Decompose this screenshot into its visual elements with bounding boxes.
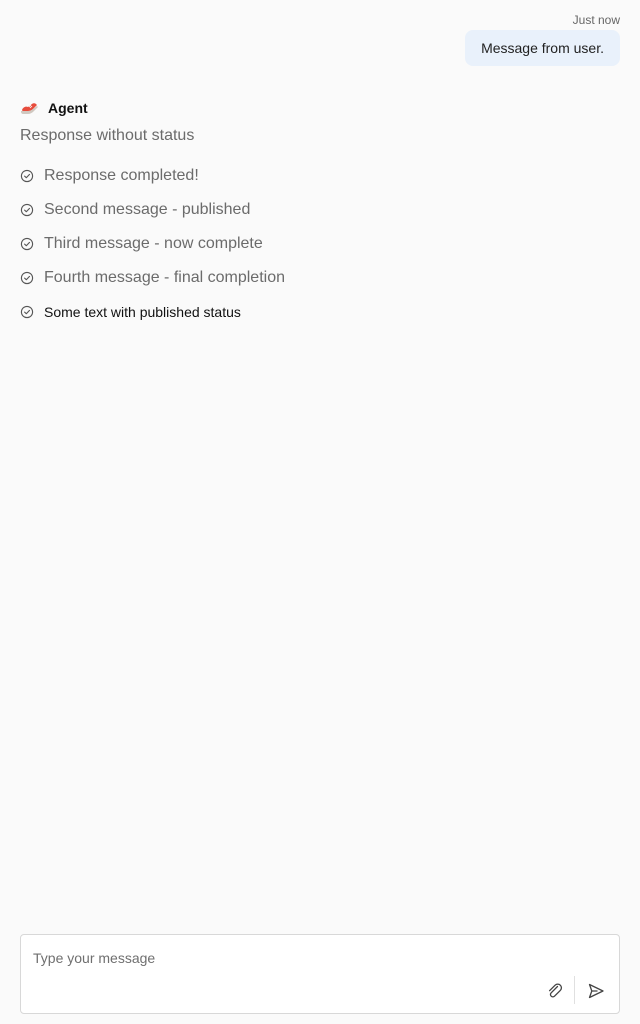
message-timestamp: Just now: [572, 13, 620, 27]
status-message-list: Response completed! Second message - pub…: [20, 159, 285, 329]
attach-button[interactable]: [541, 977, 569, 1005]
agent-header: Agent: [20, 98, 88, 118]
status-message: Response completed!: [20, 159, 285, 193]
status-message-text: Some text with published status: [44, 304, 241, 320]
agent-response-without-status: Response without status: [20, 127, 195, 144]
status-message-text: Third message - now complete: [44, 235, 263, 252]
user-message-bubble: Message from user.: [465, 30, 620, 66]
send-button[interactable]: [582, 977, 610, 1005]
status-message: Some text with published status: [20, 295, 285, 329]
status-message-text: Response completed!: [44, 167, 199, 184]
shoe-icon: [21, 103, 38, 114]
status-message: Third message - now complete: [20, 227, 285, 261]
status-message-text: Second message - published: [44, 201, 251, 218]
check-circle-icon: [20, 271, 34, 285]
check-circle-icon: [20, 169, 34, 183]
message-input[interactable]: [33, 947, 553, 969]
paperclip-icon: [548, 983, 563, 998]
check-circle-icon: [20, 203, 34, 217]
check-circle-icon: [20, 237, 34, 251]
status-message-text: Fourth message - final completion: [44, 269, 285, 286]
composer-divider: [574, 976, 575, 1004]
send-icon: [588, 983, 604, 999]
status-message: Second message - published: [20, 193, 285, 227]
chat-view: Just now Message from user. Agent Respon…: [0, 0, 640, 1024]
message-composer: [20, 934, 620, 1014]
status-message: Fourth message - final completion: [20, 261, 285, 295]
agent-name: Agent: [48, 100, 88, 116]
check-circle-icon: [20, 305, 34, 319]
